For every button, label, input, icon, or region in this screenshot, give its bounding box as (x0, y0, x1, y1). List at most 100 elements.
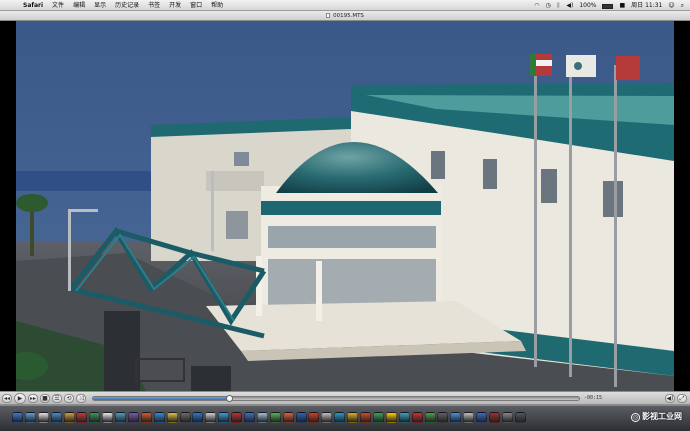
text-edit-icon[interactable] (205, 412, 217, 423)
itunes-icon[interactable] (128, 412, 140, 423)
dictionary-icon[interactable] (463, 412, 475, 423)
finder-icon[interactable] (12, 412, 23, 423)
rewind-button[interactable]: ◂◂ (2, 393, 12, 403)
flag-pole (534, 61, 537, 367)
menu-view[interactable]: 显示 (94, 0, 106, 11)
folder-icon[interactable] (501, 412, 513, 423)
adobe-icon[interactable] (231, 412, 243, 423)
fast-forward-button[interactable]: ▸▸ (28, 393, 38, 403)
user-icon[interactable]: ☺ (668, 0, 674, 11)
column (316, 261, 322, 321)
rotunda-windows-lower (268, 259, 436, 307)
terminal-icon[interactable] (179, 412, 191, 423)
excel-icon[interactable] (269, 412, 281, 423)
main-window (603, 181, 623, 217)
document-icon (326, 13, 331, 18)
volume-button[interactable]: ◀) (665, 393, 675, 403)
player-controls: ◂◂ ▶ ▸▸ ■ ☰ ⟲ ⤨ -00:15 ◀) ⤢ (0, 391, 690, 405)
preview-icon[interactable] (140, 412, 152, 423)
app-menu[interactable]: Safari (23, 0, 43, 11)
notes-icon[interactable] (102, 412, 114, 423)
mail-icon[interactable] (37, 412, 49, 423)
downloads-icon[interactable] (476, 412, 488, 423)
menu-window[interactable]: 窗口 (190, 0, 202, 11)
app-store-icon[interactable] (115, 412, 127, 423)
flag-pole (614, 65, 617, 387)
main-window (541, 169, 557, 203)
left-window (226, 211, 248, 239)
ical-icon[interactable] (63, 412, 75, 423)
aperture-icon[interactable] (347, 412, 359, 423)
menu-file[interactable]: 文件 (52, 0, 64, 11)
input-menu-icon[interactable]: ■ (619, 0, 625, 11)
window-title-bar[interactable]: 00195.MTS (0, 11, 690, 21)
maps-icon[interactable] (450, 412, 462, 423)
playlist-button[interactable]: ☰ (52, 393, 62, 403)
photo-icon[interactable] (76, 412, 88, 423)
loop-button[interactable]: ⟲ (64, 393, 74, 403)
stickies-icon[interactable] (166, 412, 178, 423)
play-button[interactable]: ▶ (14, 392, 26, 404)
bluetooth-icon[interactable]: ᛒ (557, 0, 561, 11)
contacts-icon[interactable] (321, 412, 333, 423)
timemachine-icon[interactable]: ◷ (546, 0, 551, 11)
messages-icon[interactable] (424, 412, 436, 423)
watermark-text: 影视工业网 (642, 412, 682, 421)
browser-icon[interactable] (218, 412, 230, 423)
shuffle-button[interactable]: ⤨ (76, 393, 86, 403)
flag-pole (569, 63, 572, 377)
volume-icon[interactable]: ◀) (566, 0, 573, 11)
dock-icons (12, 409, 528, 429)
photoshop-icon[interactable] (334, 412, 346, 423)
rotunda-band (261, 201, 441, 215)
dashboard-icon[interactable] (24, 412, 36, 423)
menu-develop[interactable]: 开发 (169, 0, 181, 11)
video-image (16, 21, 674, 391)
menu-bookmarks[interactable]: 书签 (148, 0, 160, 11)
trash-icon[interactable] (514, 412, 526, 423)
street-lamp-arm (68, 209, 98, 212)
scrub-bar[interactable] (92, 394, 580, 402)
scrub-knob[interactable] (226, 394, 234, 402)
left-window (234, 152, 249, 166)
main-window (483, 159, 497, 189)
menu-help[interactable]: 帮助 (211, 0, 223, 11)
stop-button[interactable]: ■ (40, 393, 50, 403)
xcode-icon[interactable] (398, 412, 410, 423)
dock: ◎ 影视工业网 (0, 405, 690, 431)
imovie-icon[interactable] (360, 412, 372, 423)
flag-band (530, 54, 536, 76)
chess-icon[interactable] (308, 412, 320, 423)
safari-icon[interactable] (50, 412, 62, 423)
quicktime-icon[interactable] (437, 412, 449, 423)
video-frame[interactable] (16, 21, 674, 391)
rotunda-windows-upper (268, 226, 436, 248)
spotlight-icon[interactable]: ⌕ (681, 0, 684, 11)
garageband-icon[interactable] (372, 412, 384, 423)
menu-history[interactable]: 历史记录 (115, 0, 139, 11)
powerpoint-icon[interactable] (282, 412, 294, 423)
fullscreen-button[interactable]: ⤢ (677, 393, 687, 403)
flag-emblem (574, 62, 582, 70)
watermark: ◎ 影视工业网 (631, 411, 682, 422)
video-area[interactable] (0, 21, 690, 391)
facetime-icon[interactable] (89, 412, 101, 423)
coin-icon[interactable] (385, 412, 397, 423)
battery-label[interactable]: 100% (579, 0, 596, 11)
music-icon[interactable] (411, 412, 423, 423)
word-icon[interactable] (244, 412, 256, 423)
street-lamp (68, 209, 71, 291)
bridge-pillar (191, 366, 231, 391)
clock[interactable]: 周日 11:31 (631, 0, 662, 11)
wifi-icon[interactable]: ◠ (534, 0, 539, 11)
calendar-icon[interactable] (295, 412, 307, 423)
system-preferences-icon[interactable] (153, 412, 165, 423)
street-lamp (211, 171, 214, 251)
qq-icon[interactable] (192, 412, 204, 423)
battery-icon[interactable] (602, 3, 614, 9)
documents-icon[interactable] (488, 412, 500, 423)
vlc-icon[interactable] (256, 412, 268, 423)
time-remaining: -00:15 (584, 395, 603, 401)
status-area: ◠ ◷ ᛒ ◀) 100% ■ 周日 11:31 ☺ ⌕ (528, 0, 684, 11)
menu-edit[interactable]: 编辑 (73, 0, 85, 11)
